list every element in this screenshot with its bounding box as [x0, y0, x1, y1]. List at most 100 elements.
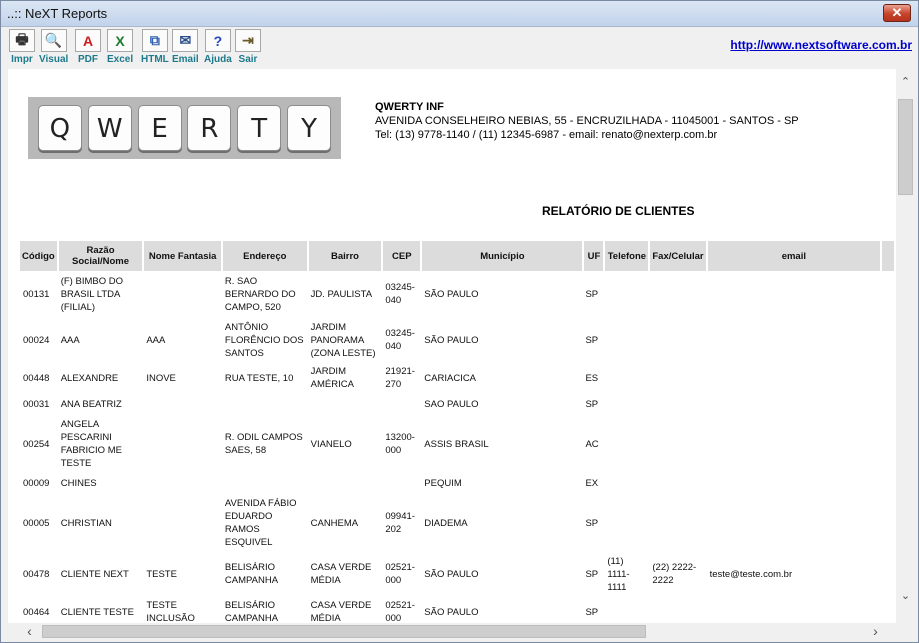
cell-municipio: SÃO PAULO	[424, 334, 479, 346]
logo-key: Y	[287, 105, 332, 151]
cell-fax	[649, 597, 706, 623]
cell-email	[707, 363, 881, 393]
cell-bairro	[308, 472, 383, 495]
cell-endereco: BELISÁRIO CAMPANHA	[224, 600, 279, 623]
column-header: Endereço	[221, 241, 309, 271]
toolbar-button-excel[interactable]: X Excel	[107, 29, 133, 65]
toolbar-button-visual[interactable]: 🔍 Visual	[39, 29, 68, 65]
cell-municipio: DIADEMA	[424, 517, 468, 529]
preview-icon[interactable]: 🔍	[40, 29, 67, 52]
cell-telefone	[604, 317, 649, 363]
cell-fantasia: TESTE INCLUSÃO	[146, 600, 195, 623]
exit-icon[interactable]: ⇥	[235, 29, 261, 52]
column-header: CEP	[382, 241, 423, 271]
table-row: 00464 CLIENTE TESTE TESTE INCLUSÃO BELISÁRI…	[20, 597, 895, 623]
scroll-left-icon[interactable]: ‹	[22, 623, 37, 639]
cell-fax: (22) 2222-2222	[652, 562, 697, 586]
company-info: QWERTY INF AVENIDA CONSELHEIRO NEBIAS, 5…	[375, 100, 799, 142]
cell-municipio: SÃO PAULO	[424, 288, 479, 300]
cell-razao: ANGELA PESCARINI FABRICIO ME TESTE	[60, 419, 122, 469]
column-header: Bairro	[307, 241, 384, 271]
cell-email: teste@teste.com.br	[709, 568, 793, 580]
clients-table: Código Razão Social/Nome Nome Fantasia Ende…	[20, 241, 896, 623]
cell-uf: AC	[585, 438, 599, 450]
column-header: Nome Fantasia	[143, 241, 223, 271]
cell-fax	[649, 271, 706, 317]
scroll-down-icon[interactable]: ⌄	[898, 589, 913, 602]
cell-email	[707, 597, 881, 623]
cell-bairro: CASA VERDE MÉDIA	[310, 562, 372, 586]
table-header-row: Código Razão Social/Nome Nome Fantasia Ende…	[20, 241, 896, 271]
cell-bairro: VIANELO	[310, 438, 352, 450]
company-name: QWERTY INF	[375, 101, 444, 113]
vertical-scrollbar[interactable]: ⌃ ⌄	[896, 69, 915, 623]
cell-email	[707, 472, 881, 495]
excel-icon[interactable]: X	[107, 29, 134, 52]
toolbar-button-html[interactable]: ⧉ HTML	[141, 29, 169, 65]
email-icon[interactable]: ✉	[172, 29, 199, 52]
cell-filler	[881, 416, 895, 472]
html-icon[interactable]: ⧉	[141, 29, 168, 52]
help-icon[interactable]: ?	[204, 29, 231, 52]
website-link[interactable]: http://www.nextsoftware.com.br	[730, 38, 912, 52]
cell-cep	[382, 393, 421, 416]
cell-telefone	[604, 472, 649, 495]
cell-bairro: CASA VERDE MÉDIA	[310, 600, 372, 623]
cell-uf: ES	[585, 372, 599, 384]
report-title: RELATÓRIO DE CLIENTES	[542, 204, 695, 218]
report-viewport[interactable]: QWERTY QWERTY INF AVENIDA CONSELHEIRO NE…	[8, 69, 896, 623]
report-window: ..:: NeXT Reports ✕ 🖶 Impr 🔍 Visual A PDF X Exc…	[0, 0, 919, 643]
vertical-scroll-thumb[interactable]	[898, 99, 913, 195]
cell-email	[707, 317, 881, 363]
cell-telefone	[604, 597, 649, 623]
toolbar-button-email[interactable]: ✉ Email	[172, 29, 199, 65]
cell-cep: 03245-040	[385, 328, 415, 352]
toolbar-button-sair[interactable]: ⇥ Sair	[235, 29, 261, 65]
cell-municipio: ASSIS BRASIL	[424, 438, 489, 450]
scroll-right-icon[interactable]: ›	[868, 623, 883, 639]
cell-bairro: JARDIM AMÉRICA	[310, 366, 354, 390]
cell-municipio: SÃO PAULO	[424, 568, 479, 580]
toolbar-button-pdf[interactable]: A PDF	[75, 29, 101, 65]
cell-razao: CHRISTIAN	[60, 517, 112, 529]
scroll-up-icon[interactable]: ⌃	[898, 75, 913, 88]
cell-municipio: CARIACICA	[424, 372, 477, 384]
cell-endereco: R. SAO BERNARDO DO CAMPO, 520	[224, 275, 296, 313]
column-header-filler	[881, 241, 896, 271]
cell-cep: 09941-202	[385, 511, 415, 535]
cell-razao: CLIENTE TESTE	[60, 606, 134, 618]
logo-key: W	[87, 105, 132, 151]
cell-uf: SP	[585, 399, 599, 410]
toolbar-button-impr[interactable]: 🖶 Impr	[9, 29, 35, 65]
toolbar-button-label: Visual	[39, 54, 69, 65]
column-header: Município	[421, 241, 585, 271]
cell-cep: 02521-000	[385, 562, 415, 586]
cell-codigo: 00009	[23, 478, 50, 489]
cell-cep: 21921-270	[385, 366, 415, 390]
toolbar-button-ajuda[interactable]: ? Ajuda	[204, 29, 232, 65]
cell-codigo: 00024	[23, 334, 50, 346]
logo-key: E	[137, 105, 182, 151]
cell-endereco	[222, 472, 308, 495]
pdf-icon[interactable]: A	[75, 29, 101, 52]
cell-cep	[382, 472, 421, 495]
cell-filler	[881, 393, 895, 416]
cell-fantasia	[143, 495, 222, 551]
cell-filler	[881, 363, 895, 393]
cell-filler	[881, 597, 895, 623]
cell-codigo: 00464	[23, 606, 50, 618]
close-button[interactable]: ✕	[883, 4, 911, 22]
cell-fax	[649, 495, 706, 551]
horizontal-scroll-thumb[interactable]	[42, 625, 646, 638]
cell-uf: SP	[585, 517, 599, 529]
printer-icon[interactable]: 🖶	[9, 29, 35, 52]
cell-fax	[649, 317, 706, 363]
column-header: email	[706, 241, 883, 271]
horizontal-scrollbar[interactable]: ‹ ›	[8, 623, 896, 640]
toolbar-button-label: Email	[172, 54, 199, 65]
logo-key: T	[237, 105, 282, 151]
cell-fax	[649, 472, 706, 495]
cell-razao: CHINES	[60, 478, 97, 489]
cell-uf: SP	[585, 606, 599, 618]
cell-endereco: AVENIDA FÁBIO EDUARDO RAMOS ESQUIVEL	[224, 498, 297, 548]
